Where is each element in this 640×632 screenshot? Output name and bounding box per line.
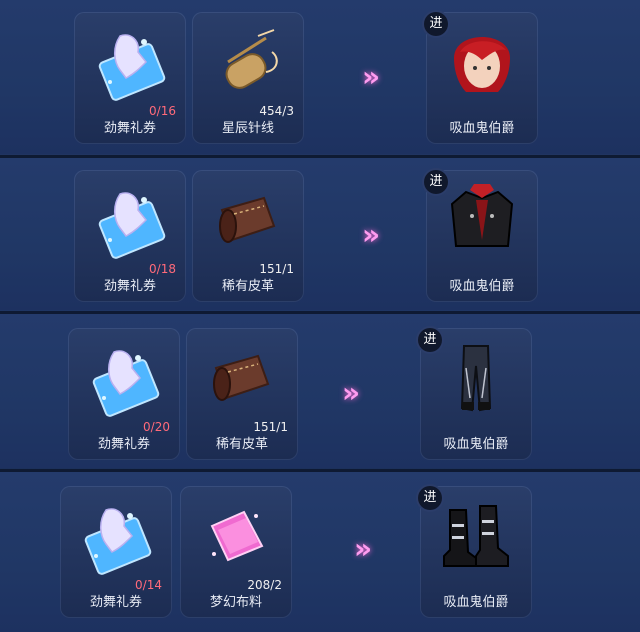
material-card[interactable]: 151/1 稀有皮革	[192, 170, 304, 302]
result-name: 吸血鬼伯爵	[449, 279, 515, 294]
result-card[interactable]: 进 吸血鬼伯爵	[424, 170, 538, 302]
ticket-card[interactable]: 0/18 劲舞礼券	[74, 170, 186, 302]
arrow-icon: »	[361, 218, 381, 251]
ticket-count: 0/16	[149, 104, 176, 118]
result-name: 吸血鬼伯爵	[443, 437, 509, 452]
ticket-icon	[84, 508, 152, 575]
ticket-count: 0/14	[135, 578, 162, 592]
material-card[interactable]: 208/2 梦幻布料	[180, 486, 292, 618]
material-name: 稀有皮革	[221, 279, 274, 294]
result-name: 吸血鬼伯爵	[449, 121, 515, 136]
material-count: 151/1	[259, 262, 294, 276]
result-name: 吸血鬼伯爵	[443, 595, 509, 610]
ticket-icon	[98, 34, 166, 101]
leather-roll-icon	[219, 196, 276, 243]
pink-fabric-icon	[210, 510, 264, 562]
material-count: 208/2	[247, 578, 282, 592]
arrow-icon: »	[361, 60, 381, 93]
result-card[interactable]: 进 吸血鬼伯爵	[418, 486, 532, 618]
ticket-count: 0/18	[149, 262, 176, 276]
result-card[interactable]: 进 吸血鬼伯爵	[418, 328, 532, 460]
ticket-icon	[92, 350, 160, 417]
material-count: 454/3	[259, 104, 294, 118]
exchange-row: 0/16 劲舞礼券 454/3 星辰针线 » 进 吸血鬼伯爵	[0, 0, 640, 154]
ticket-name: 劲舞礼券	[103, 279, 156, 294]
ticket-name: 劲舞礼券	[103, 121, 156, 136]
result-card[interactable]: 进 吸血鬼伯爵	[424, 12, 538, 144]
ticket-card[interactable]: 0/20 劲舞礼券	[68, 328, 180, 460]
leather-roll-icon	[213, 354, 270, 401]
material-name: 稀有皮革	[215, 437, 268, 452]
ticket-card[interactable]: 0/16 劲舞礼券	[74, 12, 186, 144]
ticket-count: 0/20	[143, 420, 170, 434]
boots-icon	[443, 505, 509, 567]
exchange-row: 0/18 劲舞礼券 151/1 稀有皮革 » 进 吸血鬼伯爵	[0, 158, 640, 310]
ticket-card[interactable]: 0/14 劲舞礼券	[60, 486, 172, 618]
ticket-name: 劲舞礼券	[89, 595, 142, 610]
material-name: 星辰针线	[221, 121, 274, 136]
arrow-icon: »	[353, 532, 373, 565]
exchange-row: 0/20 劲舞礼券 151/1 稀有皮革 » 进 吸血鬼伯爵	[0, 314, 640, 468]
ticket-name: 劲舞礼券	[97, 437, 150, 452]
red-hair-head-icon	[454, 37, 510, 92]
material-card[interactable]: 151/1 稀有皮革	[186, 328, 298, 460]
arrow-icon: »	[341, 376, 361, 409]
pants-icon	[460, 345, 492, 412]
ticket-icon	[98, 192, 166, 259]
exchange-row: 0/14 劲舞礼券 208/2 梦幻布料 » 进 吸血鬼伯爵	[0, 472, 640, 632]
material-name: 梦幻布料	[209, 595, 262, 610]
material-card[interactable]: 454/3 星辰针线	[192, 12, 304, 144]
jacket-icon	[450, 184, 514, 247]
needle-thread-icon	[225, 29, 278, 89]
material-count: 151/1	[253, 420, 288, 434]
